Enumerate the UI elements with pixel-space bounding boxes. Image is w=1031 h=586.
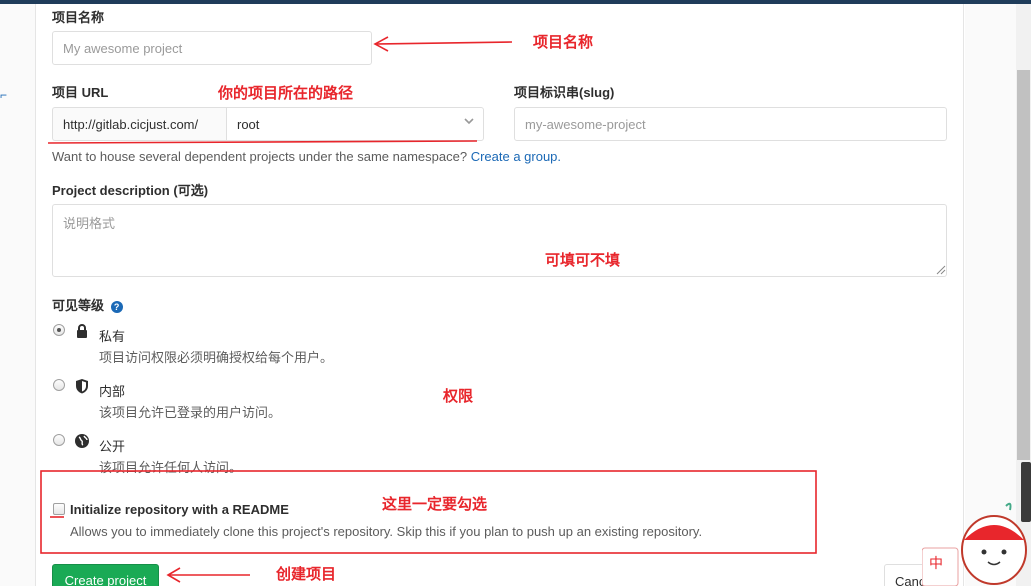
slug-input[interactable] [514, 107, 947, 141]
visibility-label: 可见等级 ? [52, 295, 123, 314]
lock-icon [77, 324, 87, 338]
project-name-label: 项目名称 [52, 10, 105, 25]
help-icon[interactable]: ? [110, 300, 123, 313]
left-sidebar: ⌐ [0, 4, 36, 586]
project-name-input[interactable] [52, 31, 372, 65]
annotation-must-check: 这里一定要勾选 [382, 495, 488, 513]
shield-icon [76, 379, 88, 394]
visibility-radio-internal[interactable] [53, 379, 65, 391]
sidebar-edge-icon: ⌐ [0, 88, 8, 102]
visibility-title-internal: 内部 [99, 384, 126, 399]
create-project-button[interactable]: Create project [52, 564, 159, 586]
visibility-desc-private: 项目访问权限必须明确授权给每个用户。 [99, 350, 334, 365]
resize-grip-icon[interactable] [936, 265, 946, 275]
slug-label: 项目标识串(slug) [514, 85, 615, 100]
chevron-down-icon [464, 118, 474, 125]
description-label: Project description (可选) [52, 183, 209, 198]
readme-label[interactable]: Initialize repository with a README [70, 502, 289, 517]
visibility-radio-public[interactable] [53, 434, 65, 446]
annotation-optional: 可填可不填 [545, 251, 621, 269]
visibility-desc-public: 该项目允许任何人访问。 [99, 460, 243, 475]
annotation-name: 项目名称 [533, 33, 594, 51]
visibility-title-public: 公开 [99, 439, 126, 454]
visibility-title-private: 私有 [99, 329, 126, 344]
mascot-sticker-icon: 中 [922, 502, 1027, 586]
namespace-help-text: Want to house several dependent projects… [52, 149, 561, 164]
namespace-value: root [237, 117, 260, 132]
annotation-path: 你的项目所在的路径 [218, 84, 354, 102]
namespace-help: Want to house several dependent projects… [52, 149, 468, 164]
visibility-radio-private[interactable] [53, 324, 65, 336]
readme-desc: Allows you to immediately clone this pro… [70, 524, 703, 539]
visibility-desc-internal: 该项目允许已登录的用户访问。 [99, 405, 282, 420]
description-textarea[interactable] [52, 204, 947, 277]
namespace-select[interactable]: root [226, 107, 484, 141]
annotation-create: 创建项目 [276, 565, 337, 583]
readme-checkbox[interactable] [53, 503, 65, 515]
annotation-permission: 权限 [443, 387, 474, 405]
create-group-link[interactable]: Create a group. [471, 149, 561, 164]
visibility-label-text: 可见等级 [52, 298, 105, 313]
project-url-label: 项目 URL [52, 85, 109, 100]
new-project-form [36, 4, 964, 586]
globe-icon [75, 434, 89, 448]
url-prefix: http://gitlab.cicjust.com/ [52, 107, 226, 141]
scrollbar-thumb[interactable] [1017, 70, 1030, 460]
sticker-text: 中 [929, 556, 943, 572]
